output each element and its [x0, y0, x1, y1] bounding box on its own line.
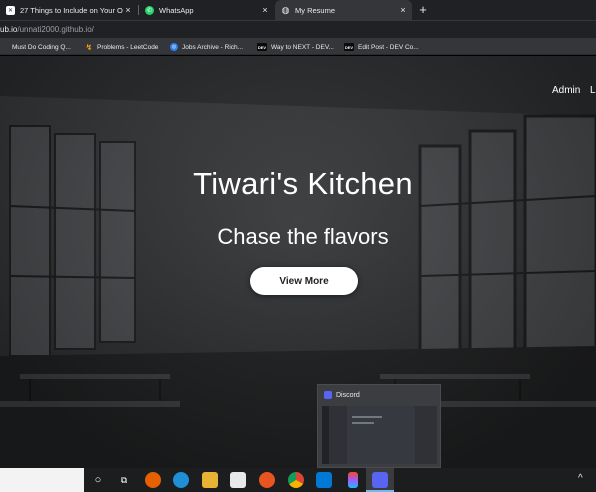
- tab-title: WhatsApp: [159, 5, 194, 15]
- discord-icon[interactable]: [372, 472, 388, 488]
- task-view-icon[interactable]: ⧉: [116, 472, 132, 488]
- whatsapp-icon: ✆: [145, 5, 154, 15]
- discord-preview-thumbnail[interactable]: [322, 406, 437, 464]
- member-list: [415, 406, 437, 464]
- leetcode-icon: ↯: [85, 42, 93, 52]
- bookmark-label: Edit Post - DEV Co...: [358, 43, 419, 51]
- chrome-icon[interactable]: [288, 472, 304, 488]
- file-explorer-icon[interactable]: [202, 472, 218, 488]
- message-line: [352, 416, 382, 418]
- tab-whatsapp[interactable]: ✆ WhatsApp ×: [139, 0, 274, 20]
- nav-link-admin[interactable]: Admin: [552, 85, 580, 96]
- hero-title: Tiwari's Kitchen: [193, 166, 413, 201]
- store-icon[interactable]: [230, 472, 246, 488]
- firefox-icon[interactable]: [145, 472, 161, 488]
- close-icon[interactable]: ×: [398, 5, 408, 15]
- url-host: ub.io: [0, 25, 18, 34]
- web-page: Admin L Tiwari's Kitchen Chase the flavo…: [0, 56, 596, 468]
- tab-title: 27 Things to Include on Your Onl: [20, 5, 123, 15]
- edge-icon[interactable]: [173, 472, 189, 488]
- tab-my-resume[interactable]: ◍ My Resume ×: [275, 0, 412, 20]
- bookmark-label: Jobs Archive - Rich...: [182, 43, 244, 51]
- discord-icon: [324, 391, 332, 399]
- dev-icon: DEV: [257, 43, 267, 51]
- bookmarks-bar: Must Do Coding Q... ↯ Problems - LeetCod…: [0, 39, 596, 55]
- bookmark-edit-post[interactable]: DEV Edit Post - DEV Co...: [344, 39, 419, 55]
- discord-window-preview[interactable]: Discord: [317, 384, 441, 468]
- bookmark-page-icon: [0, 43, 8, 51]
- taskbar: ○ ⧉ ^: [0, 468, 596, 492]
- view-more-button[interactable]: View More: [250, 267, 358, 295]
- tab-title: My Resume: [295, 5, 336, 15]
- bookmark-jobs-archive[interactable]: ◎ Jobs Archive - Rich...: [170, 39, 243, 55]
- ubuntu-icon[interactable]: [259, 472, 275, 488]
- message-line: [352, 422, 374, 424]
- tab-27-things[interactable]: ✕ 27 Things to Include on Your Onl ×: [0, 0, 137, 20]
- server-rail: [322, 406, 329, 464]
- channel-list: [329, 406, 347, 464]
- jobs-site-icon: ◎: [170, 43, 178, 51]
- bookmark-label: Must Do Coding Q...: [12, 43, 71, 51]
- tab-strip: ✕ 27 Things to Include on Your Onl × ✆ W…: [0, 0, 596, 20]
- hero-subtitle: Chase the flavors: [217, 224, 389, 249]
- figma-icon[interactable]: [348, 472, 358, 488]
- discord-preview-title: Discord: [336, 391, 360, 399]
- bookmark-label: Way to NEXT - DEV...: [271, 43, 334, 51]
- discord-preview-header: Discord: [324, 391, 360, 399]
- address-url[interactable]: ub.io/unnati2000.github.io/: [0, 22, 94, 37]
- url-path: /unnati2000.github.io/: [17, 25, 94, 34]
- bookmark-leetcode[interactable]: ↯ Problems - LeetCode: [85, 39, 159, 55]
- close-icon[interactable]: ×: [260, 5, 270, 15]
- bookmark-way-to-next[interactable]: DEV Way to NEXT - DEV...: [257, 39, 334, 55]
- globe-icon: ◍: [281, 4, 290, 15]
- mail-icon[interactable]: [316, 472, 332, 488]
- dev-icon: DEV: [344, 43, 354, 51]
- new-tab-button[interactable]: +: [415, 0, 431, 20]
- bookmark-label: Problems - LeetCode: [97, 43, 159, 51]
- background-overlay: [0, 56, 596, 468]
- cortana-icon[interactable]: ○: [90, 472, 106, 488]
- taskbar-search-box[interactable]: [0, 468, 84, 492]
- bookmark-must-do-coding[interactable]: Must Do Coding Q...: [0, 39, 71, 55]
- tray-chevron-icon[interactable]: ^: [578, 473, 583, 484]
- nav-link-partial[interactable]: L: [590, 85, 596, 96]
- document-favicon-icon: ✕: [6, 5, 15, 15]
- close-icon[interactable]: ×: [123, 5, 133, 15]
- screen: ✕ 27 Things to Include on Your Onl × ✆ W…: [0, 0, 596, 492]
